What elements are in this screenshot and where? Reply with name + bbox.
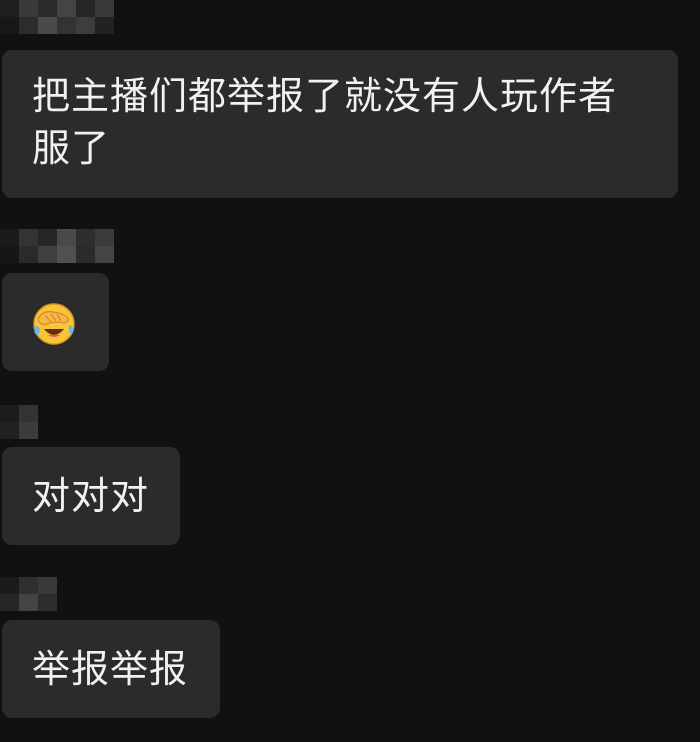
- message-text-line: 服了: [32, 126, 111, 170]
- message-bubble[interactable]: 举报举报: [2, 620, 220, 718]
- sender-name-blurred: [0, 577, 57, 594]
- face-with-hand-over-eyes-emoji: [33, 303, 75, 345]
- message-bubble[interactable]: 把主播们都举报了就没有人玩作者 服了: [2, 50, 678, 198]
- sender-name-blurred: [0, 405, 38, 422]
- message-bubble[interactable]: 对对对: [2, 447, 180, 545]
- message-text: 对对对: [32, 474, 150, 518]
- sender-name-blurred: [0, 422, 38, 439]
- sender-name-blurred: [0, 0, 114, 17]
- message-text-line: 把主播们都举报了就没有人玩作者: [32, 74, 618, 118]
- message-text: 举报举报: [32, 647, 189, 691]
- sender-name-blurred: [0, 229, 114, 246]
- sender-name-blurred: [0, 17, 114, 34]
- chat-thread: 把主播们都举报了就没有人玩作者 服了 对对对 举报举报: [0, 0, 700, 742]
- sender-name-blurred: [0, 246, 114, 263]
- sender-name-blurred: [0, 594, 57, 611]
